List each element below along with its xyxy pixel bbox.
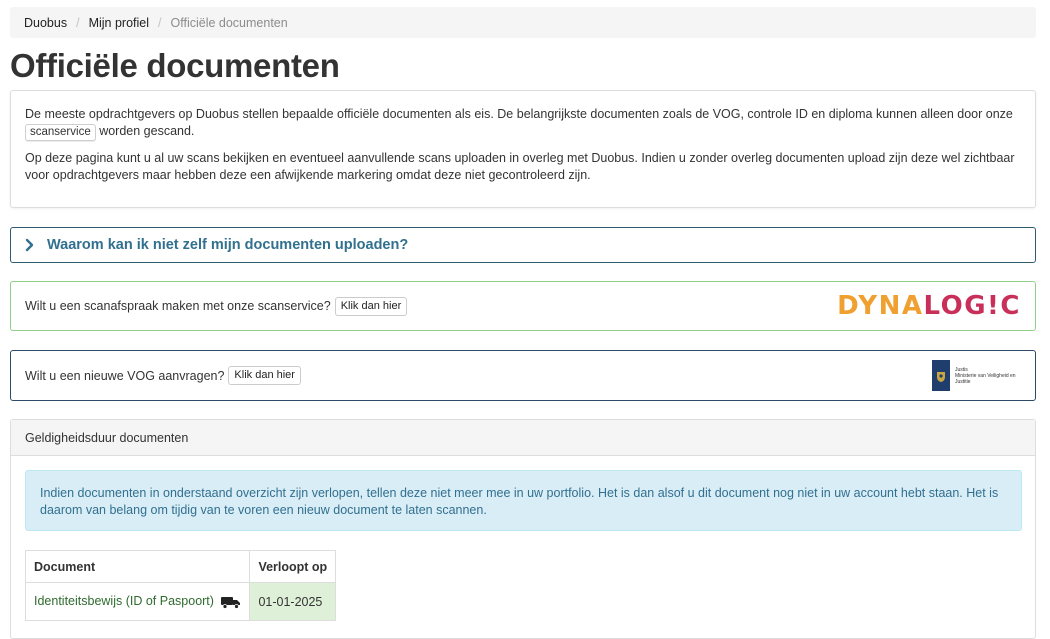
page: Duobus / Mijn profiel / Officiële docume… [0, 0, 1050, 639]
breadcrumb-home-link[interactable]: Duobus [24, 16, 67, 30]
column-header-document: Document [24, 550, 251, 583]
intro-paragraph-2: Op deze pagina kunt u al uw scans bekijk… [25, 151, 1015, 182]
document-name: Identiteitsbewijs (ID of Paspoort) [34, 594, 214, 609]
intro-panel: De meeste opdrachtgevers op Duobus stell… [10, 90, 1036, 208]
truck-icon [221, 596, 241, 609]
documents-table: Document Verloopt op Identiteitsbewijs (… [24, 550, 337, 621]
vog-request-button[interactable]: Klik dan hier [228, 366, 301, 385]
crest-icon [932, 360, 950, 391]
dynalogic-logo: DYNALOG!C [837, 291, 1021, 321]
document-cell: Identiteitsbewijs (ID of Paspoort) [24, 582, 251, 621]
ministry-logo-text: Justis Ministerie van Veiligheid en Just… [955, 366, 1016, 385]
vog-request-text: Wilt u een nieuwe VOG aanvragen? [25, 368, 225, 383]
breadcrumb-separator: / [158, 15, 162, 30]
why-upload-collapse[interactable]: Waarom kan ik niet zelf mijn documenten … [10, 227, 1036, 263]
table-header-row: Document Verloopt op [24, 550, 337, 583]
validity-heading: Geldigheidsduur documenten [11, 420, 1035, 456]
validity-panel: Geldigheidsduur documenten Indien docume… [10, 419, 1036, 639]
chevron-right-icon [25, 238, 34, 252]
scan-appointment-panel: Wilt u een scanafspraak maken met onze s… [10, 281, 1036, 331]
collapse-title: Waarom kan ik niet zelf mijn documenten … [47, 237, 409, 253]
vog-request-panel: Wilt u een nieuwe VOG aanvragen? Klik da… [10, 350, 1036, 401]
intro-text-after: worden gescand. [99, 124, 195, 138]
scanservice-badge: scanservice [25, 124, 96, 141]
breadcrumb: Duobus / Mijn profiel / Officiële docume… [10, 7, 1036, 38]
scan-appointment-button[interactable]: Klik dan hier [334, 296, 408, 316]
table-row: Identiteitsbewijs (ID of Paspoort) 01-01… [24, 582, 337, 621]
page-title: Officiële documenten [10, 47, 340, 84]
scan-appointment-text: Wilt u een scanafspraak maken met onze s… [25, 299, 331, 313]
ministry-logo: Justis Ministerie van Veiligheid en Just… [932, 360, 1021, 391]
breadcrumb-separator: / [76, 15, 80, 30]
intro-text-before: De meeste opdrachtgevers op Duobus stell… [25, 107, 1013, 121]
expires-cell: 01-01-2025 [249, 582, 337, 621]
intro-paragraph-1: De meeste opdrachtgevers op Duobus stell… [25, 106, 1021, 141]
breadcrumb-profile-link[interactable]: Mijn profiel [89, 16, 149, 30]
breadcrumb-current: Officiële documenten [170, 15, 288, 30]
validity-info-alert: Indien documenten in onderstaand overzic… [25, 470, 1022, 531]
column-header-expires: Verloopt op [249, 550, 337, 583]
